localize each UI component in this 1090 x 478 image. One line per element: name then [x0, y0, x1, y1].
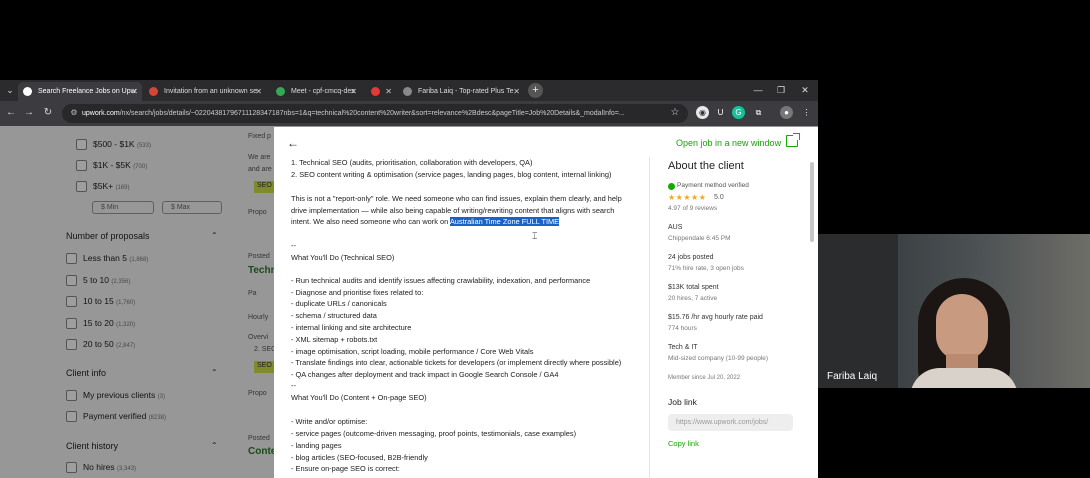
job-description-line: - Diagnose and prioritise fixes related …	[291, 288, 424, 297]
globe-icon	[403, 87, 412, 96]
tab-strip: ⌄ Search Freelance Jobs on Upw ✕ Invitat…	[0, 80, 818, 101]
modal-scrollbar[interactable]	[810, 162, 814, 242]
job-description-line: - landing pages	[291, 441, 342, 450]
external-link-icon[interactable]	[786, 133, 800, 147]
selected-text[interactable]: Australian Time Zone FULL TIME	[449, 217, 560, 226]
tab-label: Fariba Laiq - Top-rated Plus Te	[418, 88, 514, 95]
close-icon[interactable]: ✕	[131, 82, 138, 101]
meet-icon	[276, 87, 285, 96]
job-description-line: - Write and/or optimise:	[291, 417, 368, 426]
client-total-spent: $13K total spent	[668, 284, 719, 291]
column-divider	[649, 157, 650, 478]
client-hours: 774 hours	[668, 325, 697, 332]
browser-menu-icon[interactable]: ⋮	[800, 106, 813, 119]
reload-icon[interactable]: ↻	[41, 106, 55, 120]
browser-toolbar: ← → ↻ ⚙ upwork.com/nx/search/jobs/detail…	[0, 101, 818, 126]
tab-search-icon[interactable]: ⌄	[4, 84, 16, 97]
webcam-tile: Fariba Laiq	[818, 234, 1090, 388]
back-arrow-icon[interactable]: ←	[286, 136, 300, 150]
job-description-line: - internal linking and site architecture	[291, 323, 412, 332]
participant-name: Fariba Laiq	[827, 371, 878, 382]
client-hires: 20 hires, 7 active	[668, 295, 718, 302]
about-client-heading: About the client	[668, 160, 744, 172]
minimize-icon[interactable]: —	[751, 83, 765, 97]
restore-icon[interactable]: ❐	[774, 83, 788, 97]
star-rating-icon: ★★★★★	[668, 193, 707, 202]
payment-verified: Payment method verified	[677, 182, 749, 189]
site-info-icon[interactable]: ⚙	[68, 107, 80, 119]
extension-u-icon[interactable]: U	[714, 106, 727, 119]
tab-label: Invitation from an unknown se	[164, 88, 257, 95]
client-industry: Tech & IT	[668, 344, 698, 351]
tab-label: Meet - cpf-cmcq-des	[291, 88, 355, 95]
job-description-line: drive implementation — while also being …	[291, 206, 615, 215]
job-description-line: - Run technical audits and identify issu…	[291, 276, 591, 285]
client-city-time: Chippendale 6:45 PM	[668, 235, 731, 242]
client-member-since: Member since Jul 20, 2022	[668, 375, 741, 381]
extensions-puzzle-icon[interactable]: ⧉	[752, 106, 765, 119]
client-jobs-posted: 24 jobs posted	[668, 254, 714, 261]
job-description-line: - schema / structured data	[291, 311, 377, 320]
gmail-icon	[149, 87, 158, 96]
client-company-size: Mid-sized company (10-99 people)	[668, 355, 769, 362]
close-icon[interactable]: ✕	[385, 82, 392, 101]
job-link-field[interactable]: https://www.upwork.com/jobs/	[668, 414, 793, 431]
job-details-modal: ← Open job in a new window 1. Technical …	[274, 127, 818, 478]
tab-fariba-profile[interactable]: Fariba Laiq - Top-rated Plus Te ✕	[398, 82, 524, 101]
open-job-new-window-link[interactable]: Open job in a new window	[676, 138, 781, 148]
job-description-line: 1. Technical SEO (audits, prioritisation…	[291, 158, 533, 167]
webcam-wall	[818, 234, 898, 388]
job-description-line: - Ensure on-page SEO is correct:	[291, 464, 400, 473]
job-link-heading: Job link	[668, 397, 697, 407]
job-description-line: intent. We also need someone who can wor…	[291, 217, 560, 226]
close-icon[interactable]: ✕	[350, 82, 357, 101]
participant-shirt	[910, 368, 1018, 388]
job-description-line: - blog articles (SEO-focused, B2B-friend…	[291, 453, 428, 462]
close-window-icon[interactable]: ✕	[798, 83, 812, 97]
job-description-line: --	[291, 241, 296, 250]
extension-chrome-icon[interactable]: ◉	[696, 106, 709, 119]
url-text: upwork.com/nx/search/jobs/details/~02204…	[82, 110, 625, 117]
job-description-line: - Translate findings into clear, actiona…	[291, 358, 622, 367]
tab-upwork-search[interactable]: Search Freelance Jobs on Upw ✕	[18, 82, 142, 101]
job-description-line: What You'll Do (Technical SEO)	[291, 253, 395, 262]
screen: ⌄ Search Freelance Jobs on Upw ✕ Invitat…	[0, 0, 1090, 478]
job-description-line: - XML sitemap + robots.txt	[291, 335, 378, 344]
tab-label: Search Freelance Jobs on Upw	[38, 88, 136, 95]
copy-link-button[interactable]: Copy link	[668, 439, 699, 448]
address-bar[interactable]: ⚙ upwork.com/nx/search/jobs/details/~022…	[62, 104, 688, 123]
tab-recording[interactable]: ✕	[366, 82, 396, 101]
close-icon[interactable]: ✕	[513, 82, 520, 101]
upwork-icon	[23, 87, 32, 96]
participant-face	[936, 294, 988, 360]
client-rating: 5.0	[714, 194, 724, 201]
job-description-line: - QA changes after deployment and track …	[291, 370, 559, 379]
profile-avatar[interactable]: ●	[780, 106, 793, 119]
grammarly-icon[interactable]: G	[732, 106, 745, 119]
client-hire-rate: 71% hire rate, 3 open jobs	[668, 265, 744, 272]
new-tab-button[interactable]: +	[528, 83, 543, 98]
forward-icon[interactable]: →	[22, 106, 36, 120]
close-icon[interactable]: ✕	[255, 82, 262, 101]
verified-check-icon	[668, 183, 675, 190]
bookmark-star-icon[interactable]: ☆	[668, 106, 682, 120]
client-reviews: 4.97 of 9 reviews	[668, 205, 718, 212]
record-icon	[371, 87, 380, 96]
mouse-cursor-icon: ⌶	[532, 231, 538, 241]
back-icon[interactable]: ←	[4, 106, 18, 120]
job-description-line: - duplicate URLs / canonicals	[291, 299, 387, 308]
job-description-line: - service pages (outcome-driven messagin…	[291, 429, 577, 438]
tab-google-meet[interactable]: Meet - cpf-cmcq-des ✕	[271, 82, 361, 101]
tab-gmail-invitation[interactable]: Invitation from an unknown se ✕	[144, 82, 266, 101]
job-description-line: This is not a "report-only" role. We nee…	[291, 194, 622, 203]
client-hourly-rate: $15.76 /hr avg hourly rate paid	[668, 314, 763, 321]
job-description-line: What You'll Do (Content + On-page SEO)	[291, 393, 427, 402]
client-country: AUS	[668, 224, 683, 231]
job-description-line: --	[291, 381, 296, 390]
job-description-line: 2. SEO content writing & optimisation (s…	[291, 170, 612, 179]
job-description-line: - image optimisation, script loading, mo…	[291, 347, 534, 356]
